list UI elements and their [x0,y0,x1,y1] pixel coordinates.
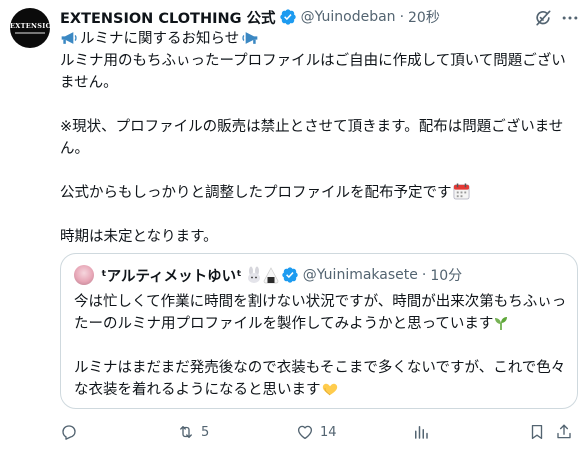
bookmark-button[interactable] [528,421,546,443]
bookmark-icon [531,424,543,440]
like-count: 14 [320,424,337,440]
tweet-paragraph-4: 時期は未定となります。 [60,229,218,245]
like-button[interactable]: 14 [296,421,337,443]
avatar-logo-underline [15,32,45,34]
tweet-timestamp[interactable]: 20秒 [408,7,440,27]
rabbit-icon [247,266,260,283]
megaphone-icon [242,32,258,44]
heart-hands-icon [322,383,337,396]
views-button[interactable] [412,421,436,443]
seedling-icon [495,317,508,330]
author-handle[interactable]: @Yuinodeban [301,9,396,25]
author-name[interactable]: EXTENSION CLOTHING 公式 [60,7,276,28]
views-chart-icon [415,426,428,439]
quote-author-handle[interactable]: @Yuinimakasete [303,267,418,283]
quote-verified-badge-icon [282,267,298,283]
quote-author-name[interactable]: ᵗアルティメットゆいᵗ [101,265,242,286]
tweet-header: EXTENSION CLOTHING 公式 @Yuinodeban · 20秒 [60,6,518,28]
share-button[interactable] [555,421,573,443]
quote-paragraph-1: 今は忙しくて作業に時間を割けない状況ですが、時間が出来次第もちふぃったーのルミナ… [74,291,569,335]
verified-badge-icon [279,9,296,25]
megaphone-icon [61,32,77,44]
quote-header: ᵗアルティメットゆいᵗ @Yuinimakasete · 10分 [101,264,462,286]
tweet-paragraph-3-text: 公式からもしっかりと調整したプロファイルを配布予定です [60,185,452,201]
tweet-paragraph-1: ルミナ用のもちふぃったープロファイルはご自由に作成して頂いて問題ございません。 [60,53,566,91]
heart-icon [297,425,313,440]
reply-icon [62,425,76,440]
quoted-tweet[interactable]: ᵗアルティメットゆいᵗ @Yuinimakasete · 10分 今は忙しくて作… [60,253,578,409]
retweet-icon [180,426,192,438]
quote-separator: · [421,267,427,283]
tweet-paragraph-3: 公式からもしっかりと調整したプロファイルを配布予定です [60,182,575,204]
grok-icon[interactable] [533,8,553,28]
quote-paragraph-2: ルミナはまだまだ発売後なので衣装もそこまで多くないですが、これで色々な衣装を着れ… [74,357,569,401]
avatar-logo-text: EXTENSION [10,22,50,30]
header-separator: · [399,9,405,25]
share-icon [557,424,571,439]
quote-timestamp[interactable]: 10分 [430,265,462,285]
tweet-heading-text: ルミナに関するお知らせ [80,31,240,47]
retweet-count: 5 [201,424,210,440]
quote-author-avatar[interactable] [74,265,94,285]
rice-ball-icon [263,267,279,284]
tweet-heading-line: ルミナに関するお知らせ [60,28,575,50]
author-avatar[interactable]: EXTENSION [10,8,50,48]
reply-button[interactable] [60,421,84,443]
quote-body: 今は忙しくて作業に時間を割けない状況ですが、時間が出来次第もちふぃったーのルミナ… [74,291,569,401]
more-options-icon[interactable] [560,8,580,28]
quote-name-emojis [245,266,279,284]
retweet-button[interactable]: 5 [177,421,209,443]
tweet-paragraph-2: ※現状、プロファイルの販売は禁止とさせて頂きます。配布は問題ございません。 [60,119,564,157]
tweet-body: ルミナに関するお知らせ ルミナ用のもちふぃったープロファイルはご自由に作成して頂… [60,28,575,248]
action-bar: 5 14 [60,421,578,443]
calendar-icon [453,183,469,200]
